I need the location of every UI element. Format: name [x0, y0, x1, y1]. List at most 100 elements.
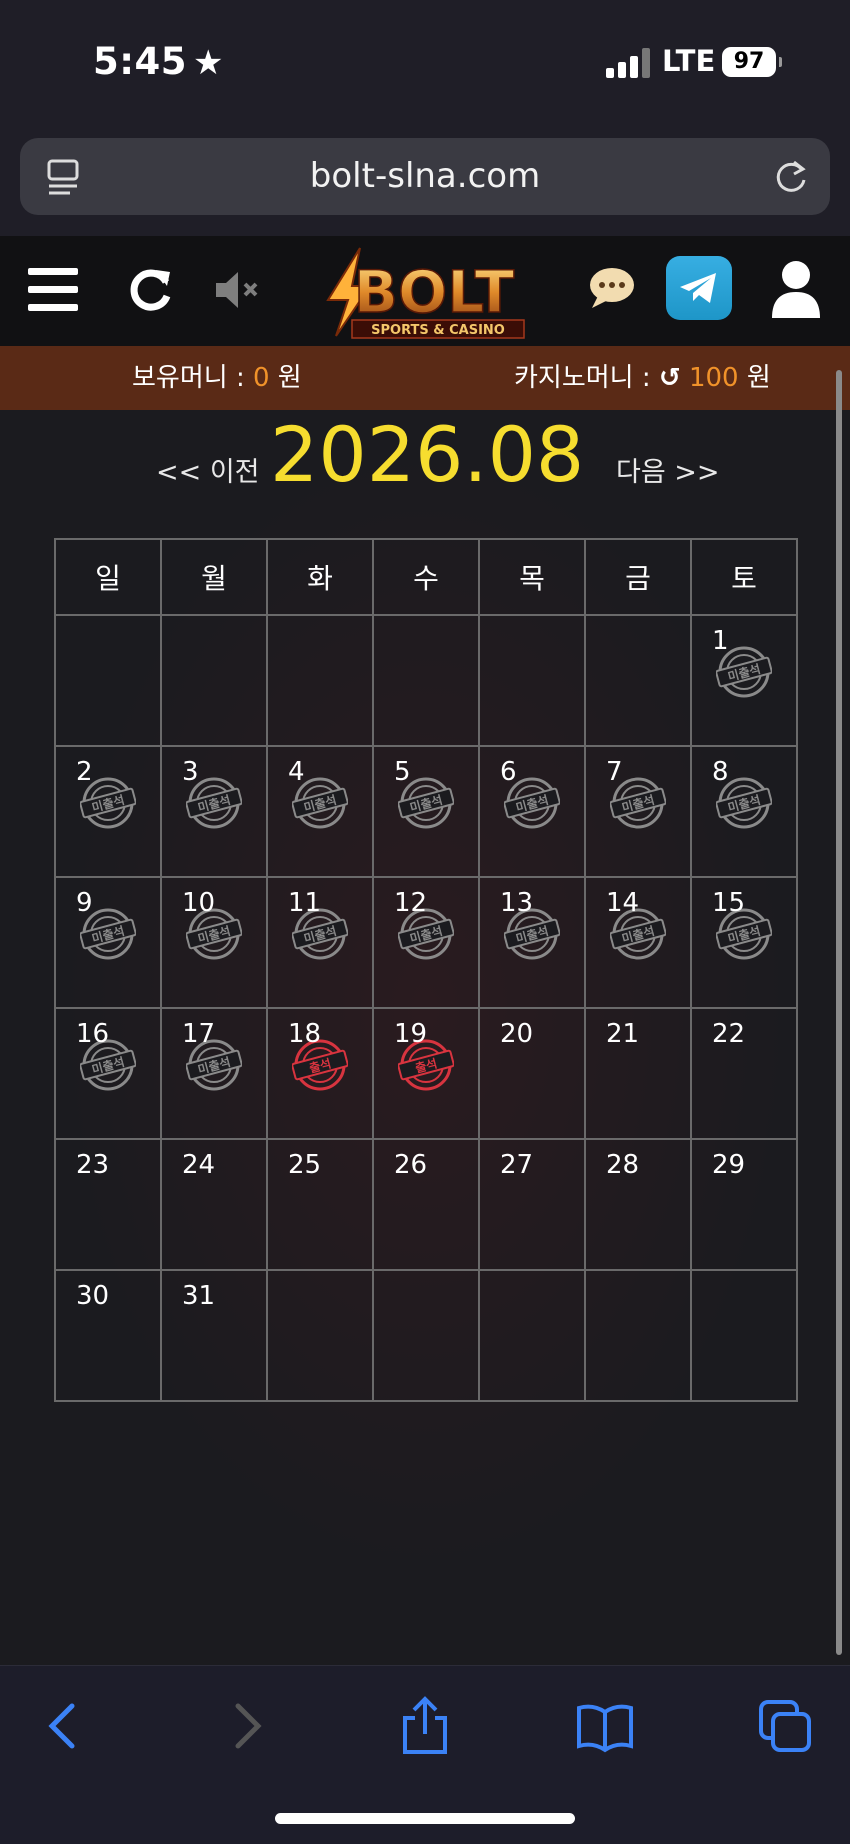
calendar-week: 2 미출석 3 미출석 4 미출석 5 미출석 6 미출석 7 미출석 8 미출석: [54, 745, 798, 878]
calendar-day[interactable]: 24: [160, 1138, 268, 1271]
weekday-header: 목: [478, 538, 586, 616]
day-number: 11: [288, 888, 322, 918]
chat-icon[interactable]: [588, 266, 636, 310]
day-number: 26: [394, 1150, 428, 1180]
forward-icon[interactable]: [216, 1696, 276, 1756]
calendar-empty-cell: [266, 1269, 374, 1402]
day-number: 27: [500, 1150, 534, 1180]
calendar-day[interactable]: 13 미출석: [478, 876, 586, 1009]
weekday-header: 화: [266, 538, 374, 616]
telegram-icon[interactable]: [666, 256, 732, 320]
calendar-day[interactable]: 14 미출석: [584, 876, 692, 1009]
day-number: 13: [500, 888, 534, 918]
calendar-week: 23 24 25 26 27 28 29: [54, 1138, 798, 1271]
day-number: 6: [500, 757, 517, 787]
day-number: 17: [182, 1019, 216, 1049]
browser-bar: bolt-slna.com: [0, 130, 850, 236]
day-number: 24: [182, 1150, 216, 1180]
calendar-empty-cell: [478, 1269, 586, 1402]
calendar-day[interactable]: 25: [266, 1138, 374, 1271]
site-header: BOLT SPORTS & CASINO: [0, 236, 850, 346]
holding-money-value: 0: [252, 363, 270, 393]
calendar-day[interactable]: 29: [690, 1138, 798, 1271]
calendar-day[interactable]: 1 미출석: [690, 614, 798, 747]
calendar-week: 30 31: [54, 1269, 798, 1402]
calendar-empty-cell: [372, 1269, 480, 1402]
user-icon[interactable]: [770, 260, 822, 318]
menu-icon[interactable]: [28, 266, 78, 312]
month-title: 2026.08: [270, 410, 585, 499]
status-bar: 5:45 ★ LTE 97: [0, 0, 850, 130]
calendar-day[interactable]: 10 미출석: [160, 876, 268, 1009]
calendar-day[interactable]: 23: [54, 1138, 162, 1271]
svg-text:SPORTS & CASINO: SPORTS & CASINO: [371, 323, 505, 338]
next-month-link[interactable]: 다음 >>: [616, 450, 720, 489]
calendar-day[interactable]: 11 미출석: [266, 876, 374, 1009]
calendar-day[interactable]: 22: [690, 1007, 798, 1140]
share-icon[interactable]: [395, 1696, 455, 1756]
calendar-empty-cell: [54, 614, 162, 747]
calendar-day[interactable]: 30: [54, 1269, 162, 1402]
refresh-icon[interactable]: [126, 264, 176, 314]
calendar-day[interactable]: 26: [372, 1138, 480, 1271]
day-number: 23: [76, 1150, 110, 1180]
calendar-day[interactable]: 7 미출석: [584, 745, 692, 878]
calendar-day[interactable]: 28: [584, 1138, 692, 1271]
calendar-day[interactable]: 31: [160, 1269, 268, 1402]
casino-money: 카지노머니 : ↺ 100 원: [514, 346, 771, 410]
calendar-empty-cell: [266, 614, 374, 747]
day-number: 16: [76, 1019, 110, 1049]
calendar-empty-cell: [160, 614, 268, 747]
day-number: 9: [76, 888, 93, 918]
calendar-day[interactable]: 8 미출석: [690, 745, 798, 878]
bolt-logo[interactable]: BOLT SPORTS & CASINO: [322, 246, 532, 342]
calendar-week: 16 미출석 17 미출석 18 출석 19 출석 20 21 22: [54, 1007, 798, 1140]
day-number: 31: [182, 1281, 216, 1311]
star-icon: ★: [193, 43, 225, 83]
calendar-day[interactable]: 12 미출석: [372, 876, 480, 1009]
day-number: 30: [76, 1281, 110, 1311]
weekday-header: 수: [372, 538, 480, 616]
calendar-empty-cell: [690, 1269, 798, 1402]
bookmarks-icon[interactable]: [575, 1696, 635, 1756]
calendar-day[interactable]: 4 미출석: [266, 745, 374, 878]
calendar-day[interactable]: 6 미출석: [478, 745, 586, 878]
holding-money: 보유머니 : 0 원: [132, 363, 302, 393]
calendar-day[interactable]: 2 미출석: [54, 745, 162, 878]
mute-icon[interactable]: [214, 270, 262, 310]
url-text[interactable]: bolt-slna.com: [20, 138, 830, 215]
day-number: 1: [712, 626, 729, 656]
money-bar: 보유머니 : 0 원 카지노머니 : ↺ 100 원: [0, 346, 850, 410]
day-number: 14: [606, 888, 640, 918]
day-number: 10: [182, 888, 216, 918]
calendar-day[interactable]: 19 출석: [372, 1007, 480, 1140]
calendar-day[interactable]: 3 미출석: [160, 745, 268, 878]
day-number: 29: [712, 1150, 746, 1180]
day-number: 7: [606, 757, 623, 787]
back-icon[interactable]: [34, 1696, 94, 1756]
calendar-day[interactable]: 15 미출석: [690, 876, 798, 1009]
calendar-day[interactable]: 9 미출석: [54, 876, 162, 1009]
calendar-day[interactable]: 5 미출석: [372, 745, 480, 878]
calendar-day[interactable]: 18 출석: [266, 1007, 374, 1140]
day-number: 28: [606, 1150, 640, 1180]
calendar-empty-cell: [584, 614, 692, 747]
day-number: 5: [394, 757, 411, 787]
network-type: LTE: [662, 44, 716, 78]
prev-month-link[interactable]: << 이전: [156, 450, 260, 489]
calendar-day[interactable]: 21: [584, 1007, 692, 1140]
refresh-icon[interactable]: ↺: [659, 346, 681, 410]
calendar-day[interactable]: 20: [478, 1007, 586, 1140]
weekday-header: 금: [584, 538, 692, 616]
calendar-day[interactable]: 27: [478, 1138, 586, 1271]
day-number: 21: [606, 1019, 640, 1049]
scrollbar[interactable]: [836, 370, 842, 1655]
calendar-day[interactable]: 16 미출석: [54, 1007, 162, 1140]
reload-icon[interactable]: [772, 158, 810, 196]
day-number: 4: [288, 757, 305, 787]
calendar-week: 9 미출석 10 미출석 11 미출석 12 미출석 13 미출석 14 미출석 15 미출석: [54, 876, 798, 1009]
day-number: 12: [394, 888, 428, 918]
calendar-day[interactable]: 17 미출석: [160, 1007, 268, 1140]
tabs-icon[interactable]: [755, 1696, 815, 1756]
url-bar[interactable]: bolt-slna.com: [20, 138, 830, 215]
